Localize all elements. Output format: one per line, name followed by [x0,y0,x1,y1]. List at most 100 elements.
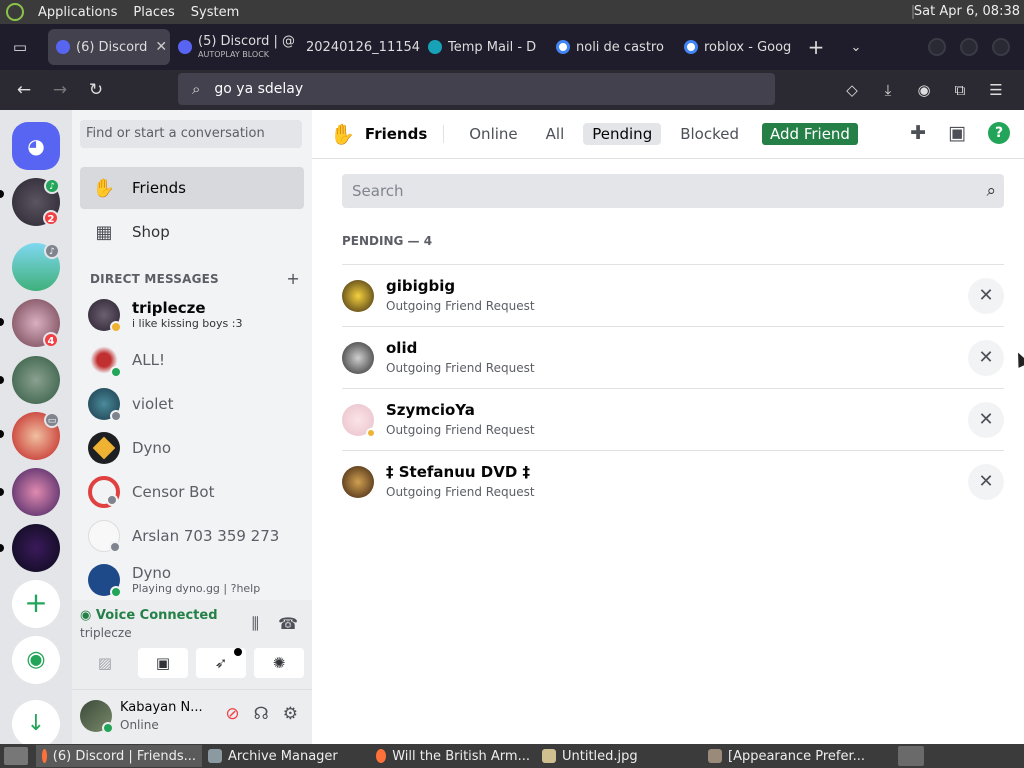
headphones-icon[interactable]: ☊ [254,704,269,724]
dm-item[interactable]: violet [80,383,304,425]
dm-item[interactable]: triplecze i like kissing boys :3 [80,294,304,336]
server-pill [0,376,4,384]
taskbar-item-appearance-preferences[interactable]: [Appearance Prefer... [702,745,872,767]
google-favicon-icon [556,40,570,54]
soundboard-button[interactable]: ✺ [254,648,304,678]
add-server-button[interactable]: + [12,580,60,628]
system-menu[interactable]: System [183,5,247,20]
friends-header: ✋ Friends Online All Pending Blocked Add… [312,110,1024,159]
browser-tab-discord-2[interactable]: (5) Discord | @ AUTOPLAY BLOCK [170,29,296,65]
tab-online[interactable]: Online [460,123,526,145]
reload-icon[interactable]: ↻ [78,80,114,100]
url-bar[interactable]: ⌕ go ya sdelay [178,73,775,105]
show-desktop-icon[interactable] [4,747,28,765]
tab-list-icon[interactable]: ▭ [0,24,40,70]
screen-share-button[interactable]: ▣ [138,648,188,678]
friends-main: ✋ Friends Online All Pending Blocked Add… [312,110,1024,744]
downloads-icon[interactable]: ⤓ [870,81,906,99]
activities-rocket-button[interactable]: ➶ [196,648,246,678]
pending-request-row[interactable]: SzymcioYa Outgoing Friend Request ✕ [342,388,1004,450]
account-icon[interactable]: ◉ [906,81,942,99]
avatar [342,342,374,374]
discord-home-button[interactable]: ◕ [12,122,60,170]
browser-tab-google-1[interactable]: noli de castro [548,29,676,65]
taskbar-item-firefox-article[interactable]: Will the British Arm... [370,745,536,767]
settings-gear-icon[interactable]: ⚙ [283,704,298,724]
help-icon[interactable]: ? [988,122,1010,144]
workspace-switcher[interactable] [898,746,924,766]
browser-tab-temp-mail[interactable]: Temp Mail - D [420,29,548,65]
mute-mic-icon[interactable]: ⊘ [225,704,239,724]
taskbar-item-image-viewer[interactable]: Untitled.jpg [536,745,702,767]
cancel-request-close-icon[interactable]: ✕ [968,464,1004,500]
online-status-icon [102,722,114,734]
new-group-dm-icon[interactable]: ✚ [910,122,926,144]
minimize-window-icon[interactable] [928,38,946,56]
server-icon-anime[interactable] [12,468,60,516]
places-menu[interactable]: Places [125,5,182,20]
dm-item[interactable]: Dyno [80,427,304,469]
sidebar-item-friends[interactable]: ✋ Friends [80,167,304,209]
dm-item[interactable]: Dyno Playing dyno.gg | ?help [80,559,304,601]
cancel-request-close-icon[interactable]: ✕ [968,278,1004,314]
username[interactable]: Kabayan N... [120,700,203,715]
browser-tab-google-2[interactable]: roblox - Goog [676,29,796,65]
friends-search-input[interactable]: Search ⌕ [342,174,1004,208]
dm-name: Arslan 703 359 273 [132,526,280,545]
mention-badge: 2 [43,210,59,226]
forward-arrow-icon[interactable]: → [42,80,78,100]
extensions-icon[interactable]: ⧉ [942,81,978,99]
close-window-icon[interactable] [992,38,1010,56]
disconnect-phone-icon[interactable]: ☎ [278,614,298,633]
maximize-window-icon[interactable] [960,38,978,56]
browser-tab-image[interactable]: 20240126_111542 [296,29,420,65]
dm-item[interactable]: ALL! [80,339,304,381]
camera-off-button[interactable]: ▨ [80,648,130,678]
new-tab-button[interactable]: + [796,35,836,59]
request-type: Outgoing Friend Request [386,485,535,499]
tab-label: 20240126_111542 [306,39,420,55]
tab-overflow-chevron-icon[interactable]: ⌄ [836,40,876,55]
tab-all[interactable]: All [537,123,574,145]
avatar [342,466,374,498]
applications-menu[interactable]: Applications [30,5,125,20]
distro-logo-icon[interactable] [6,3,24,21]
taskbar-item-firefox-discord[interactable]: (6) Discord | Friends... [36,745,202,767]
sidebar-item-shop[interactable]: ▦ Shop [80,211,304,253]
tab-blocked[interactable]: Blocked [671,123,748,145]
pending-request-row[interactable]: ‡ Stefanuu DVD ‡ Outgoing Friend Request… [342,450,1004,512]
server-icon-cartoon[interactable] [12,356,60,404]
dm-status-text: Playing dyno.gg | ?help [132,582,261,595]
tab-pending[interactable]: Pending [583,123,662,145]
back-arrow-icon[interactable]: ← [6,80,42,100]
inbox-icon[interactable]: ▣ [948,122,966,144]
noise-suppression-icon[interactable]: ⫼ [252,614,259,633]
voice-channel-name[interactable]: triplecze [80,626,132,640]
add-friend-button[interactable]: Add Friend [762,123,858,145]
friend-name: ‡ Stefanuu DVD ‡ [386,463,531,481]
clock[interactable]: Sat Apr 6, 08:38 [914,4,1020,19]
idle-status-icon [366,428,376,438]
server-icon-purple[interactable] [12,524,60,572]
pocket-icon[interactable]: ◇ [834,81,870,99]
explore-servers-compass-icon[interactable]: ◉ [12,636,60,684]
archive-manager-icon [208,749,222,763]
voice-status[interactable]: ◉ Voice Connected [80,608,218,623]
cancel-request-close-icon[interactable]: ✕ [968,402,1004,438]
image-viewer-icon [542,749,556,763]
create-dm-plus-icon[interactable]: + [286,269,300,288]
dm-item[interactable]: Arslan 703 359 273 [80,515,304,557]
find-conversation-input[interactable]: Find or start a conversation [80,120,302,148]
dm-item[interactable]: Censor Bot [80,471,304,513]
pending-request-row[interactable]: olid Outgoing Friend Request ✕ [342,326,1004,388]
user-avatar[interactable] [80,700,114,734]
download-apps-button[interactable]: ↓ [12,700,60,748]
pending-request-row[interactable]: gibigbig Outgoing Friend Request ✕ [342,264,1004,326]
user-status: Online [120,718,159,732]
browser-tab-discord-active[interactable]: (6) Discord ✕ [48,29,170,65]
taskbar-item-archive-manager[interactable]: Archive Manager [202,745,370,767]
close-tab-icon[interactable]: ✕ [155,39,167,55]
hamburger-menu-icon[interactable]: ☰ [978,81,1014,99]
cancel-request-close-icon[interactable]: ✕ [968,340,1004,376]
tab-label: Temp Mail - D [448,39,537,55]
